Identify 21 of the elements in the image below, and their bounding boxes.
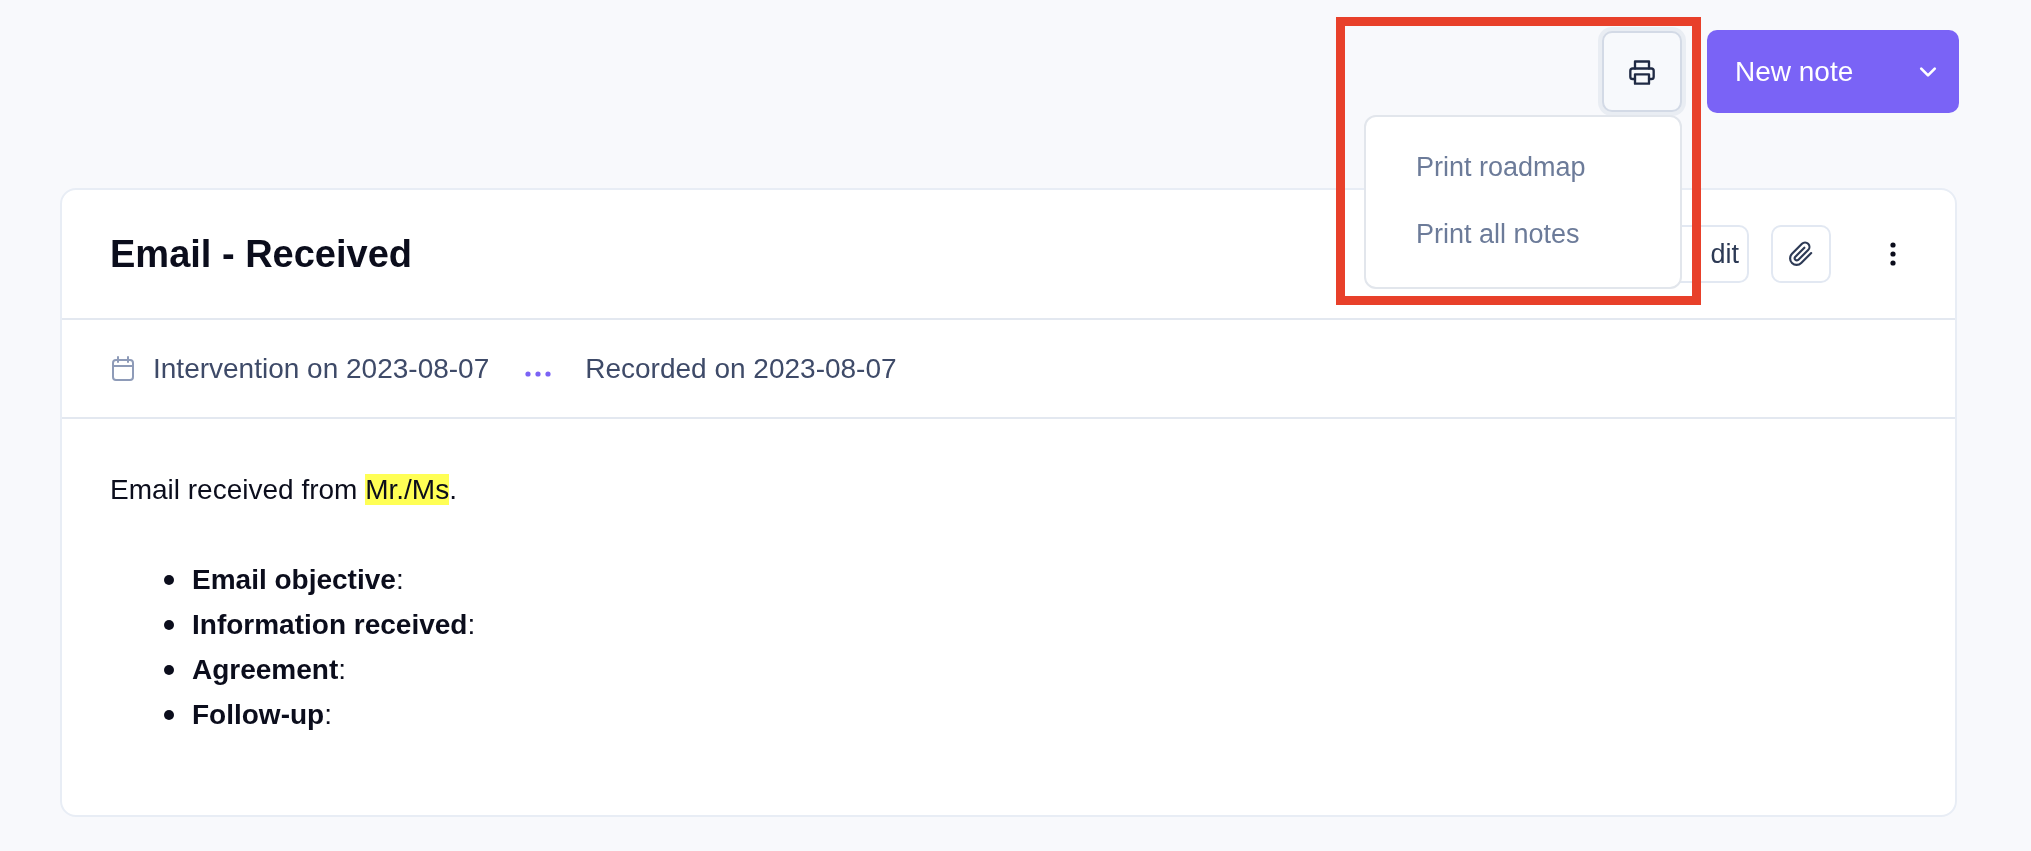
list-item: Follow-up: [192, 698, 332, 731]
chevron-down-icon [1919, 65, 1937, 78]
bullet-icon [164, 709, 174, 720]
list-item: Information received: [192, 608, 476, 641]
list-item: Email objective: [192, 563, 404, 596]
intervention-date: Intervention on 2023-08-07 [153, 352, 490, 385]
kebab-menu-icon [1890, 242, 1896, 266]
recorded-date: Recorded on 2023-08-07 [585, 352, 897, 385]
attach-button[interactable] [1771, 225, 1831, 283]
bullet-icon [164, 664, 174, 675]
new-note-button[interactable]: New note [1707, 30, 1959, 113]
bullet-icon [164, 619, 174, 630]
bullet-icon [164, 574, 174, 585]
list-item: Agreement: [192, 653, 347, 686]
calendar-icon [111, 355, 135, 382]
ellipsis-icon [525, 370, 552, 377]
note-title: Email - Received [110, 232, 413, 276]
menu-item[interactable]: Print roadmap [1366, 134, 1680, 201]
note-paragraph: Email received from Mr./Ms. [110, 473, 458, 507]
paperclip-icon [1788, 241, 1814, 267]
printer-icon [1628, 57, 1656, 86]
